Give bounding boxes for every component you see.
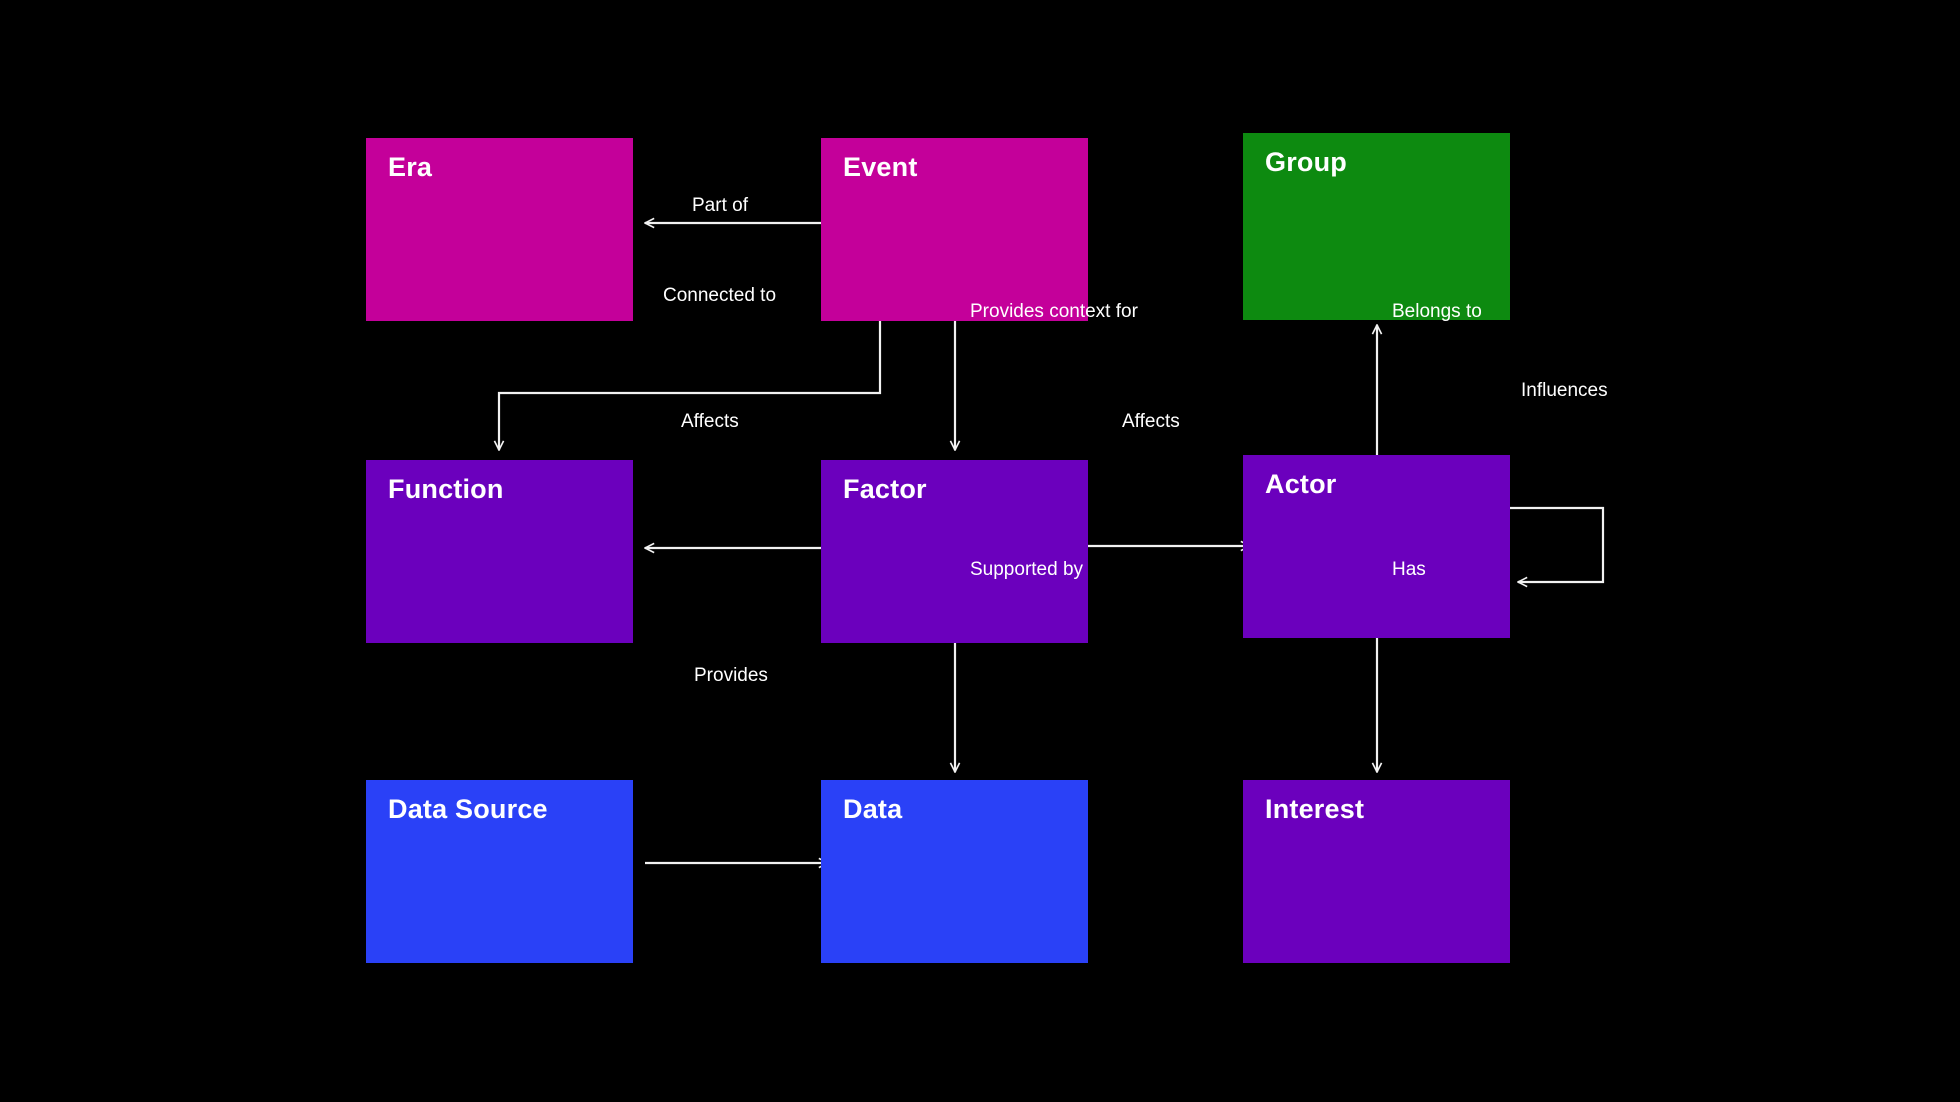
node-label-interest: Interest (1265, 794, 1365, 824)
node-actor[interactable]: Actor (1243, 455, 1510, 638)
node-event[interactable]: Event (821, 138, 1088, 321)
edge-label-affects-actor: Affects (1122, 411, 1180, 432)
node-factor[interactable]: Factor (821, 460, 1088, 643)
edge-label-belongs-to: Belongs to (1392, 301, 1482, 322)
node-label-data-source: Data Source (388, 794, 548, 824)
edge-label-supported-by: Supported by (970, 559, 1084, 580)
node-label-factor: Factor (843, 474, 927, 504)
edge-label-affects-function: Affects (681, 411, 739, 432)
node-data[interactable]: Data (821, 780, 1088, 963)
node-data-source[interactable]: Data Source (366, 780, 633, 963)
edge-label-part-of: Part of (692, 195, 748, 216)
node-interest[interactable]: Interest (1243, 780, 1510, 963)
node-group[interactable]: Group (1243, 133, 1510, 320)
node-label-event: Event (843, 152, 918, 182)
edge-label-provides: Provides (694, 665, 768, 686)
node-label-era: Era (388, 152, 433, 182)
edge-label-provides-context-for: Provides context for (970, 301, 1138, 322)
edge-influences-self-loop (1510, 506, 1605, 582)
node-function[interactable]: Function (366, 460, 633, 643)
node-label-function: Function (388, 474, 504, 504)
node-label-group: Group (1265, 147, 1347, 177)
diagram-canvas: Era Event Group Function Factor Actor Da… (0, 0, 1960, 1102)
node-label-data: Data (843, 794, 903, 824)
edge-label-has: Has (1392, 559, 1426, 580)
edge-label-influences: Influences (1521, 380, 1608, 401)
node-era[interactable]: Era (366, 138, 633, 321)
edge-label-connected-to: Connected to (663, 285, 777, 306)
node-label-actor: Actor (1265, 469, 1337, 499)
